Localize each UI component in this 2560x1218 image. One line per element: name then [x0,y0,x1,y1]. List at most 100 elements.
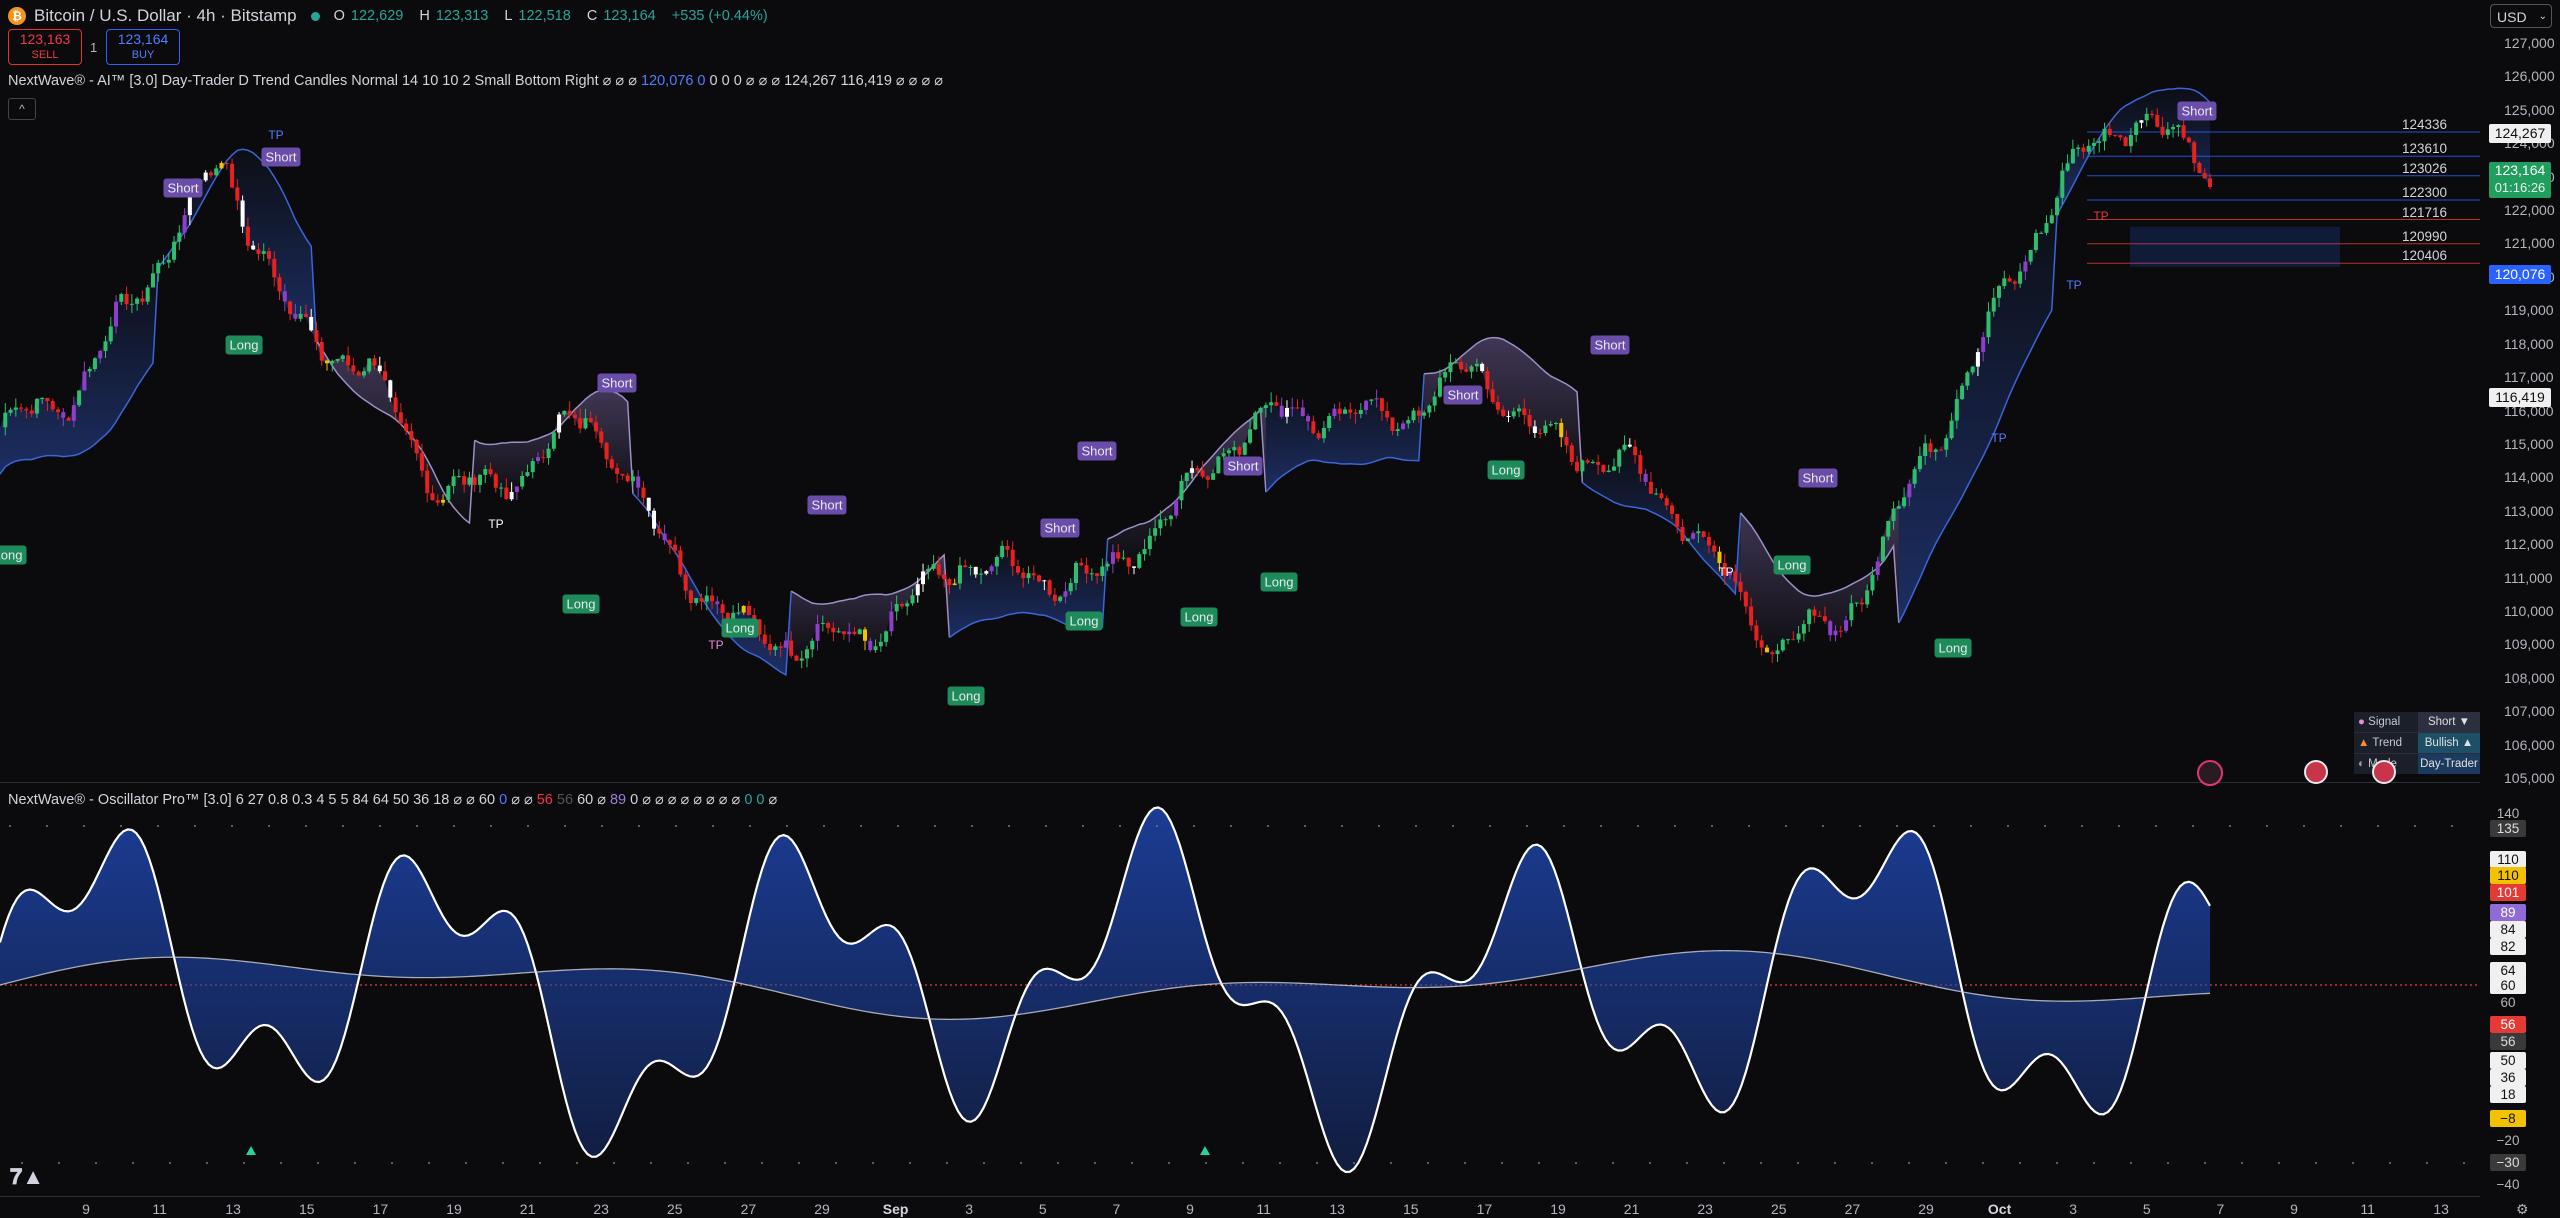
long-signal-tag[interactable]: Long [1065,611,1103,631]
osc-dot [502,1162,504,1164]
tp-level-value: 122300 [2402,185,2448,201]
price-tick: 113,000 [2504,502,2554,519]
candle-body [942,574,947,580]
short-signal-tag[interactable]: Short [1798,468,1838,488]
osc-dot [1008,825,1010,827]
candle-body [762,634,767,644]
long-signal-tag[interactable]: Long [225,335,263,355]
short-signal-tag[interactable]: Short [1223,456,1263,476]
candle-body [567,410,572,415]
candle-body [314,330,319,342]
short-signal-tag[interactable]: Short [261,147,301,167]
price-tick: 122,000 [2504,202,2555,219]
candle-body [1617,449,1622,467]
tradingview-logo-icon[interactable]: 𝟕▲ [10,1164,44,1190]
candle-body [1828,621,1833,636]
candle-body [1891,508,1896,521]
candle-body [736,612,741,614]
price-chart[interactable] [0,0,2480,1216]
candle-body [1137,554,1142,568]
band-fill [1740,506,1899,655]
candle-body [683,574,688,591]
candle-body [293,313,298,319]
candle-body [620,473,625,476]
osc-dot [428,1162,430,1164]
long-signal-tag[interactable]: Long [947,686,985,706]
candle-body [1685,538,1690,541]
short-signal-tag[interactable]: Short [807,495,847,515]
candle-body [1184,472,1189,481]
us-flag-event-icon[interactable] [2304,760,2328,784]
candle-body [1849,603,1854,621]
event-icon[interactable] [2197,760,2223,786]
candle-body [673,544,678,551]
time-tick: 29 [814,1201,830,1217]
candle-body [699,598,704,602]
long-signal-tag[interactable]: Long [1934,638,1972,658]
time-tick: 9 [2290,1201,2298,1217]
time-tick: 21 [1623,1201,1640,1217]
us-flag-event-icon[interactable] [2372,760,2396,784]
candle-body [863,629,868,641]
candle-body [19,407,24,409]
osc-dot [2093,1162,2095,1164]
candle-body [1733,571,1738,582]
time-tick: 27 [1844,1201,1861,1217]
candle-body [1037,575,1042,582]
candle-body [1316,433,1321,439]
candle-body [1923,443,1928,456]
short-signal-tag[interactable]: Short [163,178,203,198]
candle-body [1411,410,1416,421]
long-signal-tag[interactable]: Long [562,594,600,614]
candle-body [1031,573,1036,576]
candle-body [889,611,894,632]
candle-body [1174,500,1179,516]
candle-body [894,604,899,612]
short-signal-tag[interactable]: Short [1077,441,1117,461]
candle-body [1954,399,1959,421]
settings-gear-icon[interactable]: ⚙ [2516,1201,2529,1218]
candle-body [340,355,345,360]
osc-dot [687,1162,689,1164]
candle-body [1569,445,1574,462]
osc-dot [2303,825,2305,827]
osc-dot [2007,825,2009,827]
osc-dot [2044,825,2046,827]
long-signal-tag[interactable]: Long [1773,555,1811,575]
mode-icon: ◐ [2358,758,2365,770]
oscillator-legend[interactable]: NextWave® - Oscillator Pro™ [3.0] 6 27 0… [8,792,777,808]
short-signal-tag[interactable]: Short [2177,101,2217,121]
osc-dot [1748,825,1750,827]
time-tick: 19 [446,1201,462,1217]
short-signal-tag[interactable]: Short [1040,518,1080,538]
candle-body [1000,545,1005,557]
long-signal-tag[interactable]: Long [1260,572,1298,592]
candle-body [1448,362,1453,373]
short-signal-tag[interactable]: Short [1590,335,1630,355]
long-signal-tag[interactable]: Long [1487,460,1525,480]
short-signal-tag[interactable]: Short [1443,385,1483,405]
candle-body [1543,425,1548,434]
osc-dot [120,825,122,827]
price-tick: 118,000 [2504,335,2554,352]
candle-body [625,475,630,482]
candle-body [224,162,229,164]
osc-dot [1649,1162,1651,1164]
osc-dot [897,825,899,827]
pane-separator[interactable] [0,782,2480,783]
long-signal-tag[interactable]: Long [0,545,27,565]
currency-select[interactable]: USD ⌄ [2490,4,2552,28]
osc-dot [58,1162,60,1164]
candle-body [1844,620,1849,631]
candle-body [2176,125,2181,127]
osc-dot [527,825,529,827]
candle-body [1195,468,1200,471]
candle-body [1965,372,1970,386]
short-signal-tag[interactable]: Short [597,373,637,393]
long-signal-tag[interactable]: Long [1180,607,1218,627]
long-signal-tag[interactable]: Long [721,618,759,638]
trend-value: Bullish ▲ [2418,733,2480,753]
candle-body [1232,447,1237,451]
candle-body [657,528,662,534]
candle-body [1643,473,1648,482]
